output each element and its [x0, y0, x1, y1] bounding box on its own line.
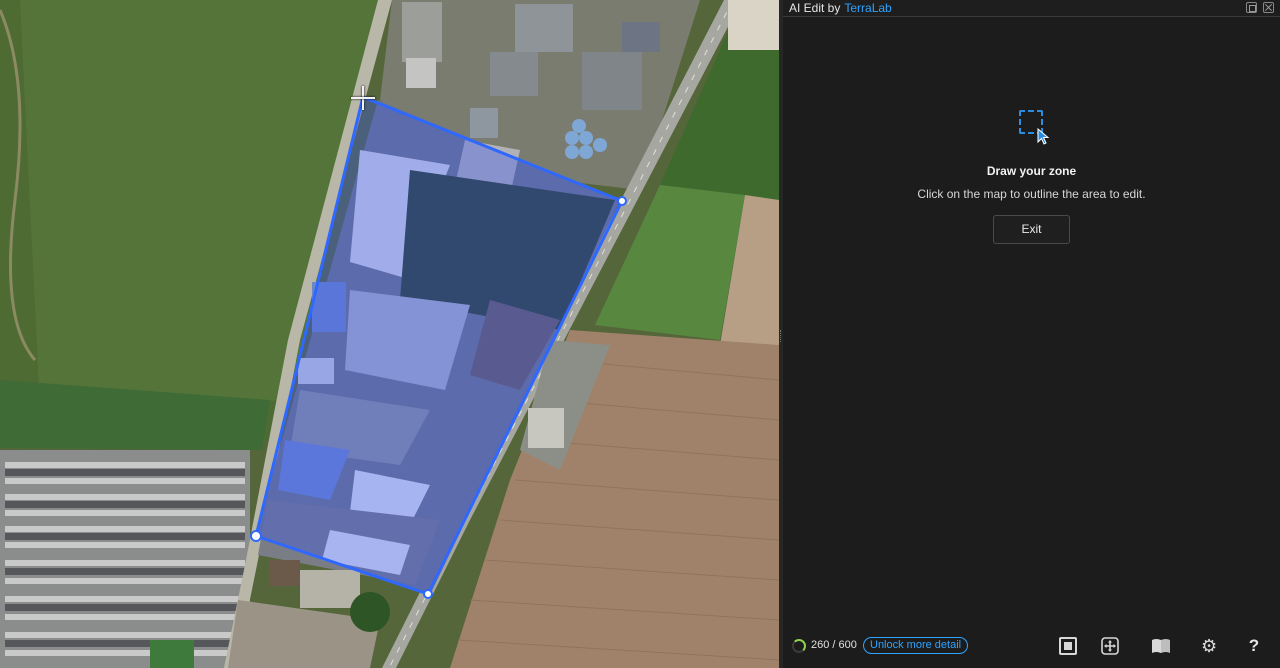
- panel-title: AI Edit by: [789, 1, 841, 15]
- brand-link[interactable]: TerraLab: [844, 1, 891, 15]
- dock-icon[interactable]: [1246, 2, 1257, 13]
- polygon-vertex[interactable]: [423, 589, 433, 599]
- gear-icon[interactable]: ⚙: [1201, 637, 1219, 655]
- help-icon[interactable]: ?: [1245, 637, 1263, 655]
- crosshair-cursor-icon: [351, 86, 375, 110]
- credits-count: 260 / 600: [811, 639, 857, 651]
- credits-progress-icon: [792, 639, 806, 653]
- zone-select-icon: [1017, 108, 1049, 145]
- book-icon[interactable]: [1151, 637, 1170, 655]
- unlock-more-detail-button[interactable]: Unlock more detail: [863, 637, 969, 654]
- splitter-grip-icon[interactable]: [780, 330, 782, 342]
- window-controls: [1246, 2, 1274, 13]
- satellite-map[interactable]: [0, 0, 779, 668]
- polygon-vertex[interactable]: [617, 196, 627, 206]
- zone-heading: Draw your zone: [986, 164, 1077, 178]
- map-canvas[interactable]: [0, 0, 779, 668]
- draw-zone-prompt: Draw your zone Click on the map to outli…: [783, 108, 1280, 244]
- ai-edit-panel: AI Edit by TerraLab Draw your zone Click…: [783, 0, 1280, 668]
- cursor-icon: [1037, 128, 1049, 145]
- panel-titlebar: AI Edit by TerraLab: [783, 0, 1280, 17]
- exit-button[interactable]: Exit: [993, 215, 1070, 244]
- square-icon[interactable]: [1059, 637, 1077, 655]
- close-icon[interactable]: [1263, 2, 1274, 13]
- panel-footer: 260 / 600 Unlock more detail ⚙ ?: [783, 632, 1280, 660]
- zone-description: Click on the map to outline the area to …: [917, 187, 1146, 201]
- polygon-vertex-start[interactable]: [250, 530, 262, 542]
- move-icon[interactable]: [1101, 637, 1119, 655]
